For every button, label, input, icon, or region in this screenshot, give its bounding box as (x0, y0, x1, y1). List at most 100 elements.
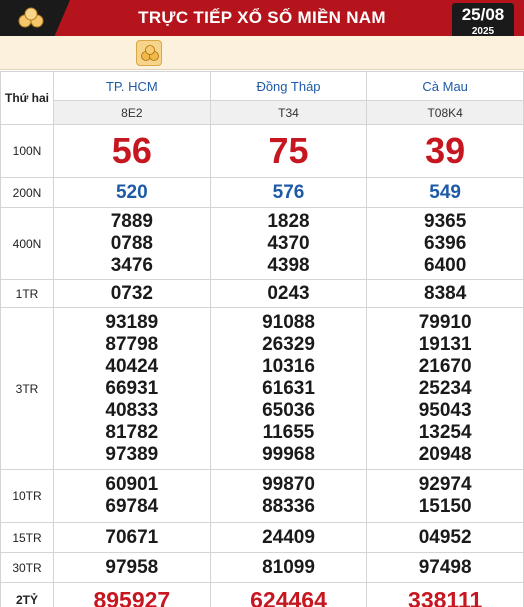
prize-number: 4370 (267, 232, 310, 254)
prize-number: 79910 (418, 311, 472, 333)
coins-icon (18, 7, 44, 28)
prize-label: 100N (0, 124, 54, 178)
prize-number: 20948 (418, 443, 472, 465)
prize-cell: 0243 (209, 279, 368, 308)
results-table: Thứ hai TP. HCM Đồng Tháp Cà Mau 8E2 T34… (0, 71, 524, 607)
prize-number: 3476 (110, 254, 153, 276)
prize-cell: 520 (53, 177, 211, 208)
prize-cell: 7889 0788 3476 (53, 207, 211, 280)
prize-cell: 81099 (209, 552, 368, 583)
prize-label: 15TR (0, 522, 54, 553)
prize-number: 7889 (110, 210, 153, 232)
coins-small-icon (141, 45, 159, 61)
prize-number: 99968 (262, 443, 315, 465)
prize-cell: 99870 88336 (209, 469, 368, 523)
province-name[interactable]: TP. HCM (53, 71, 211, 101)
prize-number: 25234 (418, 377, 472, 399)
prize-cell: 24409 (209, 522, 368, 553)
prize-label: 400N (0, 207, 54, 280)
prize-cell: 93189 87798 40424 66931 40833 81782 97389 (53, 307, 211, 470)
prize-number: 97389 (105, 443, 159, 465)
prize-number: 624464 (250, 586, 327, 607)
prize-number: 91088 (262, 311, 315, 333)
prize-number: 40424 (105, 355, 159, 377)
sub-bar (0, 36, 524, 70)
prize-number: 520 (115, 181, 148, 203)
prize-number: 895927 (93, 586, 171, 607)
province-name[interactable]: Đồng Tháp (209, 71, 368, 101)
prize-number: 10316 (262, 355, 315, 377)
prize-cell: 0732 (53, 279, 211, 308)
prize-number: 75 (268, 130, 309, 171)
prize-number: 81782 (105, 421, 159, 443)
prize-label: 2TỶ (0, 582, 54, 607)
prize-row-g6: 400N 7889 0788 3476 1828 4370 4398 9365 6396 6400 (0, 207, 524, 280)
prize-number: 39 (425, 130, 466, 171)
prize-cell: 9365 6396 6400 (366, 207, 524, 280)
prize-number: 69784 (105, 496, 159, 517)
prize-number: 19131 (418, 333, 472, 355)
prize-number: 9365 (424, 210, 467, 232)
prize-number: 24409 (262, 526, 315, 548)
prize-cell: 60901 69784 (53, 469, 211, 523)
prize-number: 576 (272, 181, 305, 203)
prize-number: 338111 (408, 586, 483, 607)
prize-number: 6396 (424, 232, 467, 254)
province-code: T34 (209, 100, 368, 125)
prize-label: 1TR (0, 279, 54, 308)
prize-cell: 549 (366, 177, 524, 208)
prize-label: 10TR (0, 469, 54, 523)
prize-row-g2: 15TR 70671 24409 04952 (0, 522, 524, 553)
prize-cell: 56 (53, 124, 211, 178)
prize-cell: 97498 (366, 552, 524, 583)
prize-cell: 97958 (53, 552, 211, 583)
prize-number: 26329 (262, 333, 315, 355)
logo-box (0, 0, 70, 36)
header-bar: TRỰC TIẾP XỔ SỐ MIỀN NAM 25/08 2025 (0, 0, 524, 43)
prize-number: 11655 (262, 421, 315, 443)
prize-number: 88336 (262, 496, 315, 517)
prize-number: 40833 (105, 399, 159, 421)
prize-row-g7: 200N 520 576 549 (0, 177, 524, 208)
prize-row-g4: 3TR 93189 87798 40424 66931 40833 81782 97389 91… (0, 307, 524, 470)
prize-cell: 75 (209, 124, 368, 178)
prize-number: 95043 (418, 399, 472, 421)
prize-number: 13254 (418, 421, 472, 443)
prize-cell: 79910 19131 21670 25234 95043 13254 20948 (366, 307, 524, 470)
prize-label: 3TR (0, 307, 54, 470)
prize-number: 0788 (110, 232, 153, 254)
prize-number: 93189 (105, 311, 159, 333)
prize-number: 60901 (105, 474, 159, 495)
prize-number: 4398 (267, 254, 310, 276)
prize-row-g8: 100N 56 75 39 (0, 124, 524, 178)
prize-row-g1: 30TR 97958 81099 97498 (0, 552, 524, 583)
weekday-label: Thứ hai (0, 71, 54, 125)
prize-number: 1828 (267, 210, 310, 232)
prize-cell: 70671 (53, 522, 211, 553)
page-title: TRỰC TIẾP XỔ SỐ MIỀN NAM (138, 8, 386, 27)
prize-cell: 895927 (53, 582, 211, 607)
prize-cell: 1828 4370 4398 (209, 207, 368, 280)
prize-row-db: 2TỶ 895927 624464 338111 (0, 582, 524, 607)
date-day-month: 25/08 (461, 5, 505, 24)
prize-cell: 576 (209, 177, 368, 208)
prize-number: 8384 (424, 282, 467, 304)
prize-number: 97958 (105, 556, 159, 578)
prize-number: 21670 (418, 355, 472, 377)
province-name[interactable]: Cà Mau (366, 71, 524, 101)
prize-number: 92974 (418, 474, 472, 495)
prize-cell: 624464 (209, 582, 368, 607)
province-code: T08K4 (366, 100, 524, 125)
prize-number: 87798 (105, 333, 159, 355)
prize-row-g5: 1TR 0732 0243 8384 (0, 279, 524, 308)
prize-number: 0732 (110, 282, 153, 304)
prize-number: 6400 (424, 254, 467, 276)
lottery-button[interactable] (136, 40, 162, 66)
prize-number: 56 (111, 130, 152, 171)
prize-number: 15150 (418, 496, 472, 517)
prize-number: 81099 (262, 556, 315, 578)
prize-number: 66931 (105, 377, 159, 399)
prize-cell: 8384 (366, 279, 524, 308)
prize-cell: 91088 26329 10316 61631 65036 11655 99968 (209, 307, 368, 470)
prize-number: 04952 (418, 526, 472, 548)
